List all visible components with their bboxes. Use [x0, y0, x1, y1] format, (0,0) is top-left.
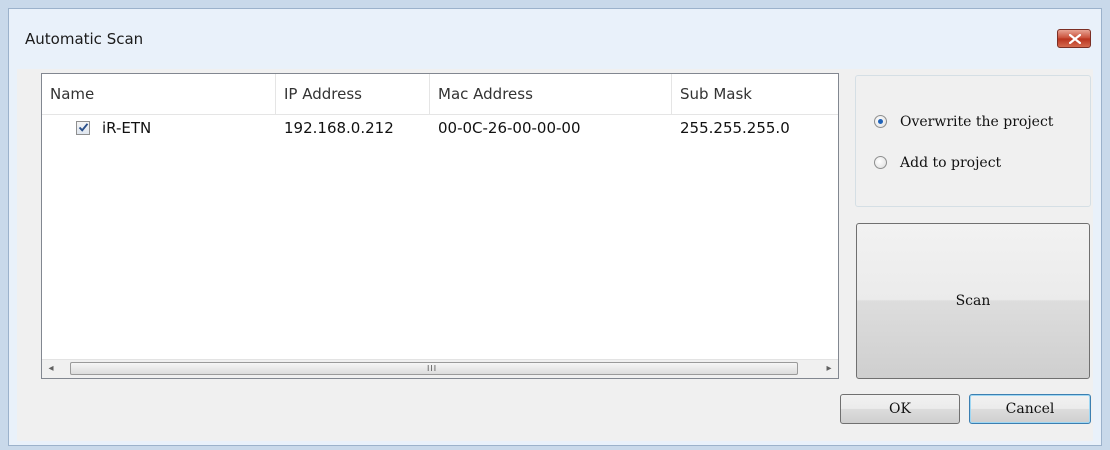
dialog-title: Automatic Scan	[25, 30, 144, 48]
radio-selected-icon[interactable]	[874, 115, 887, 128]
column-header-mac-address[interactable]: Mac Address	[430, 74, 672, 114]
row-checkbox[interactable]	[76, 121, 90, 135]
cell-ip-address: 192.168.0.212	[284, 119, 394, 137]
dialog-client-area: Name IP Address Mac Address Sub Mask iR-…	[17, 69, 1093, 441]
ok-button[interactable]: OK	[840, 394, 960, 424]
title-bar: Automatic Scan	[9, 9, 1101, 69]
column-header-sub-mask[interactable]: Sub Mask	[672, 74, 838, 114]
cell-mac-address: 00-0C-26-00-00-00	[438, 119, 581, 137]
scrollbar-thumb[interactable]: III	[70, 362, 798, 375]
close-x-icon	[1069, 34, 1081, 44]
radio-unselected-icon[interactable]	[874, 156, 887, 169]
cancel-button[interactable]: Cancel	[969, 394, 1091, 424]
radio-dot-icon	[878, 119, 883, 124]
device-list[interactable]: Name IP Address Mac Address Sub Mask iR-…	[41, 73, 839, 379]
close-button[interactable]	[1057, 29, 1091, 48]
horizontal-scrollbar[interactable]: ◂ III ▸	[42, 359, 838, 378]
checkmark-icon	[78, 123, 89, 132]
project-option-group: Overwrite the project Add to project	[855, 75, 1091, 207]
column-header-ip-address[interactable]: IP Address	[276, 74, 430, 114]
list-header: Name IP Address Mac Address Sub Mask	[42, 74, 838, 115]
cell-sub-mask: 255.255.255.0	[680, 119, 790, 137]
column-header-name[interactable]: Name	[42, 74, 276, 114]
scroll-left-arrow-icon[interactable]: ◂	[42, 360, 60, 378]
cell-name: iR-ETN	[102, 119, 152, 137]
scrollbar-grip-icon: III	[427, 364, 438, 373]
overwrite-project-label[interactable]: Overwrite the project	[900, 112, 1053, 132]
add-to-project-label[interactable]: Add to project	[900, 153, 1001, 173]
scan-button[interactable]: Scan	[856, 223, 1090, 379]
scroll-right-arrow-icon[interactable]: ▸	[820, 360, 838, 378]
automatic-scan-dialog: Automatic Scan Name IP Address Mac Addre…	[8, 8, 1102, 446]
table-row[interactable]: iR-ETN 192.168.0.212 00-0C-26-00-00-00 2…	[42, 116, 838, 140]
